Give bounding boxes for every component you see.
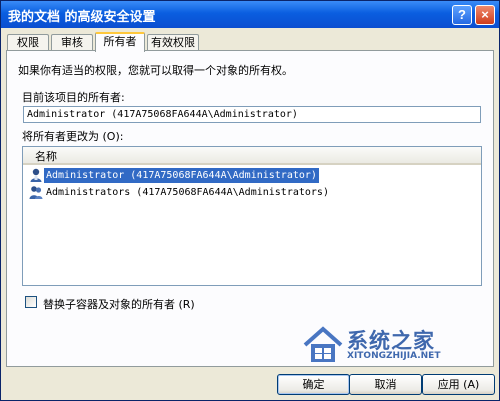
tab-auditing[interactable]: 审核 [51,34,93,51]
security-settings-dialog: 我的文档 的高级安全设置 ? × 权限 审核 所有者 有效权限 如果你有适当的权… [0,0,500,401]
replace-owner-checkbox[interactable] [25,296,37,308]
list-header-label: 名称 [35,150,57,163]
owner-row-administrators[interactable]: Administrators (417A75068FA644A\Administ… [25,185,345,200]
owner-name: Administrators (417A75068FA644A\Administ… [46,187,329,198]
current-owner-label: 目前该项目的所有者: [22,91,125,104]
watermark: 系统之家 XITONGZHIJIA.NET [301,323,461,369]
owner-name: Administrator (417A75068FA644A\Administr… [44,168,319,183]
tab-permissions[interactable]: 权限 [7,34,49,51]
apply-button[interactable]: 应用 (A) [422,374,495,395]
owner-list[interactable]: 名称 Administrator (417A75068FA644A\Admini… [22,146,482,286]
replace-owner-label[interactable]: 替换子容器及对象的所有者 (R) [43,296,195,312]
title-bar[interactable]: 我的文档 的高级安全设置 ? × [1,1,499,28]
current-owner-field[interactable]: Administrator (417A75068FA644A\Administr… [23,106,481,123]
owner-panel: 如果你有适当的权限，您就可以取得一个对象的所有权。 目前该项目的所有者: Adm… [6,50,494,367]
owner-row-administrator[interactable]: Administrator (417A75068FA644A\Administr… [25,168,325,183]
tab-owner[interactable]: 所有者 [95,32,145,52]
ok-button[interactable]: 确定 [277,374,350,395]
intro-text: 如果你有适当的权限，您就可以取得一个对象的所有权。 [18,64,293,77]
tab-effective-permissions[interactable]: 有效权限 [147,34,199,51]
group-icon [29,186,43,199]
watermark-url: XITONGZHIJIA.NET [347,351,441,361]
house-logo-icon [303,326,343,362]
close-button[interactable]: × [475,5,495,25]
list-header-name[interactable]: 名称 [23,147,481,165]
cancel-button[interactable]: 取消 [349,374,422,395]
change-owner-label: 将所有者更改为 (O): [22,130,124,143]
window-title: 我的文档 的高级安全设置 [8,10,156,25]
help-button[interactable]: ? [452,5,472,25]
user-icon [30,168,42,182]
